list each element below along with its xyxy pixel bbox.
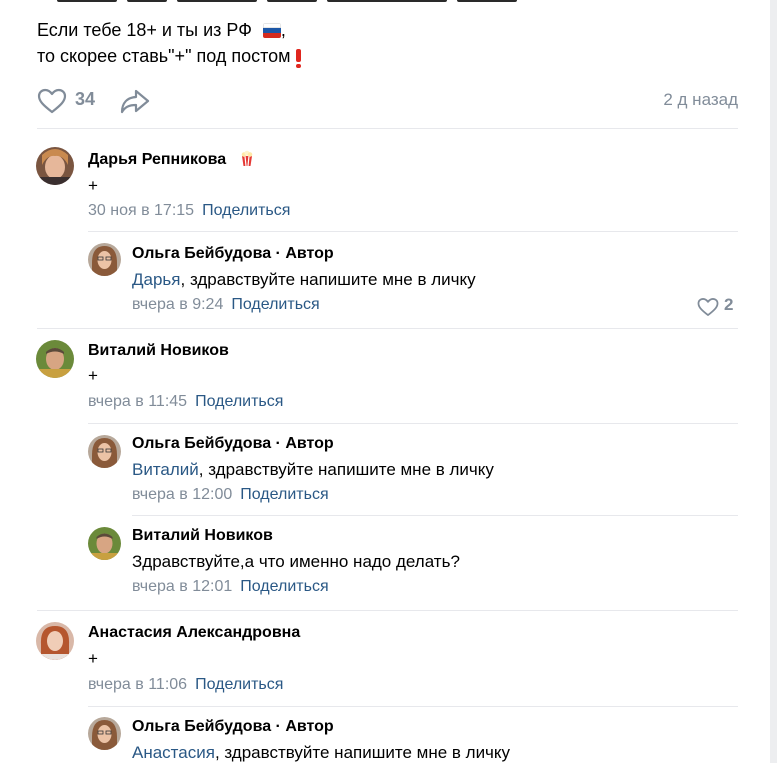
comment-body: , здравствуйте напишите мне в личку (198, 460, 494, 479)
comment-text: + (88, 366, 98, 385)
separator (37, 610, 738, 611)
comment-body: , здравствуйте напишите мне в личку (180, 270, 476, 289)
comment-author[interactable]: Ольга Бейбудова · Автор (132, 718, 334, 736)
separator (88, 706, 738, 707)
share-link[interactable]: Поделиться (202, 202, 290, 219)
share-arrow-icon[interactable] (119, 87, 151, 115)
comment-like[interactable]: 2 (697, 295, 737, 317)
comment-meta: вчера в 11:06 Поделиться (88, 676, 283, 694)
comment-text: + (88, 649, 98, 668)
comment-author[interactable]: Ольга Бейбудова · Автор (132, 245, 334, 263)
share-link[interactable]: Поделиться (195, 393, 283, 410)
post-date: 2 д назад (663, 90, 738, 109)
separator (132, 515, 738, 516)
share-link[interactable]: Поделиться (240, 578, 328, 595)
comment-text: Здравствуйте,а что именно надо делать? (132, 552, 460, 571)
avatar[interactable] (36, 147, 74, 185)
heart-icon[interactable] (697, 297, 719, 317)
comment-author[interactable]: Виталий Новиков (132, 527, 273, 545)
post-text-line2: то скорее ставь"+" под постом (37, 46, 291, 66)
mention-link[interactable]: Анастасия (132, 743, 215, 762)
popcorn-icon (239, 150, 255, 167)
avatar[interactable] (88, 435, 121, 468)
avatar[interactable] (36, 622, 74, 660)
red-exclamation-icon (295, 49, 301, 68)
russia-flag-icon (262, 23, 281, 38)
separator (37, 328, 738, 329)
like-count: 34 (75, 89, 96, 109)
post-text: Если тебе 18+ и ты из РФ , то скорее ста… (37, 17, 301, 69)
cropped-previous-line (37, 0, 537, 4)
comment-author[interactable]: Ольга Бейбудова · Автор (132, 435, 334, 453)
comment-text: Дарья, здравствуйте напишите мне в личку (132, 270, 476, 290)
post-actions: 34 2 д назад (37, 86, 738, 114)
share-link[interactable]: Поделиться (195, 676, 283, 693)
avatar[interactable] (88, 527, 121, 560)
comment-meta: вчера в 9:24 Поделиться (132, 296, 320, 314)
separator (88, 423, 738, 424)
comment-text: Анастасия, здравствуйте напишите мне в л… (132, 743, 510, 763)
comment-author[interactable]: Анастасия Александровна (88, 624, 300, 642)
comment-text: Виталий, здравствуйте напишите мне в лич… (132, 460, 494, 480)
comment-meta: 30 ноя в 17:15 Поделиться (88, 202, 290, 220)
comment-text: + (88, 176, 98, 195)
share-link[interactable]: Поделиться (240, 486, 328, 503)
avatar[interactable] (88, 243, 121, 276)
avatar[interactable] (36, 340, 74, 378)
comment-date[interactable]: вчера в 11:45 (88, 393, 187, 410)
post-text-comma: , (280, 20, 286, 40)
mention-link[interactable]: Виталий (132, 460, 199, 479)
comment-date[interactable]: вчера в 9:24 (132, 296, 223, 313)
comment-meta: вчера в 12:01 Поделиться (132, 578, 329, 596)
heart-icon[interactable] (37, 88, 67, 114)
comment-like-count: 2 (724, 295, 734, 314)
mention-link[interactable]: Дарья (132, 270, 181, 289)
separator (88, 231, 738, 232)
share-link[interactable]: Поделиться (231, 296, 319, 313)
comment-body: , здравствуйте напишите мне в личку (214, 743, 511, 762)
comment-date[interactable]: вчера в 12:00 (132, 486, 232, 503)
comment-author[interactable]: Дарья Репникова (88, 150, 255, 169)
comment-author-name[interactable]: Дарья Репникова (88, 151, 226, 168)
avatar[interactable] (88, 717, 121, 750)
post-card: Если тебе 18+ и ты из РФ , то скорее ста… (0, 0, 770, 763)
comment-meta: вчера в 11:45 Поделиться (88, 393, 283, 411)
comment-date[interactable]: вчера в 12:01 (132, 578, 232, 595)
comment-author[interactable]: Виталий Новиков (88, 342, 229, 360)
separator (37, 128, 738, 129)
post-text-line1: Если тебе 18+ и ты из РФ (37, 20, 252, 40)
comment-meta: вчера в 12:00 Поделиться (132, 486, 329, 504)
comment-date[interactable]: вчера в 11:06 (88, 676, 187, 693)
comment-date[interactable]: 30 ноя в 17:15 (88, 202, 194, 219)
